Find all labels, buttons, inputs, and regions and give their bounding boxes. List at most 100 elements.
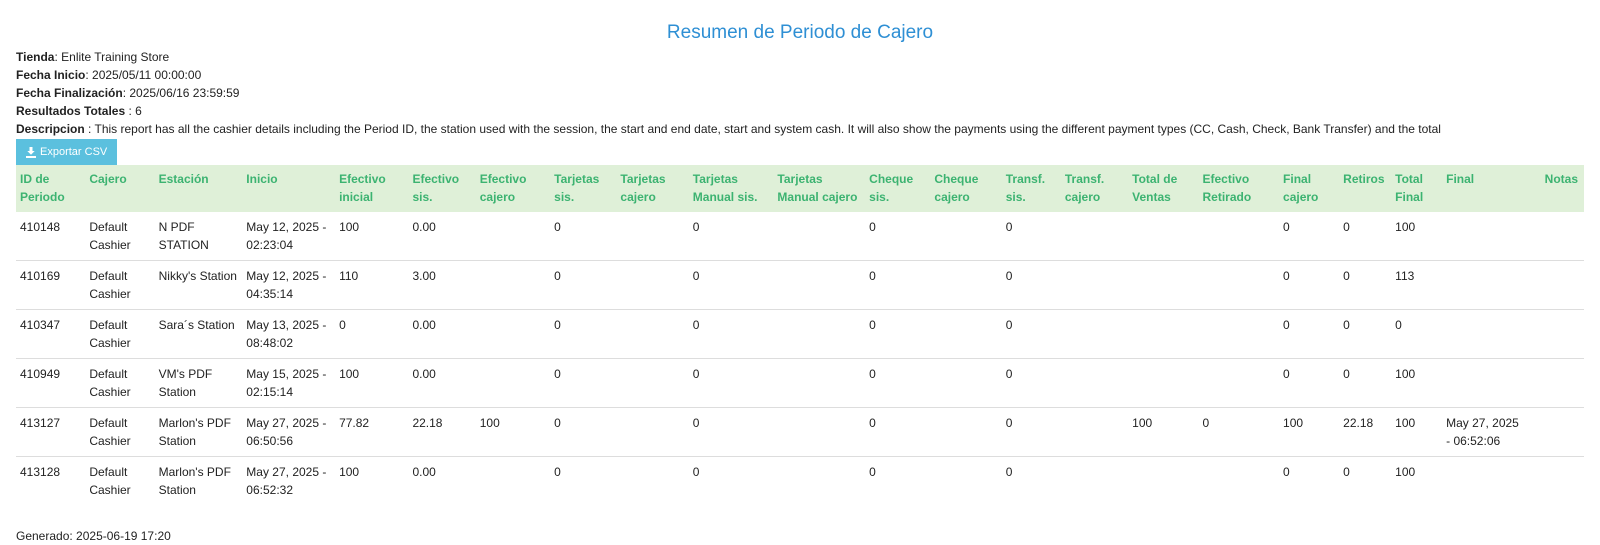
table-cell: Default Cashier	[85, 456, 155, 505]
table-cell: 100	[335, 456, 409, 505]
table-cell	[616, 212, 688, 261]
table-cell	[930, 358, 1002, 408]
col-header[interactable]: Total Final	[1391, 165, 1442, 212]
table-cell	[1442, 309, 1524, 359]
start-value: : 2025/05/11 00:00:00	[85, 68, 202, 82]
table-cell: 100	[475, 407, 551, 457]
table-cell: 413127	[16, 407, 86, 457]
total-label: Resultados Totales	[16, 104, 126, 118]
meta-description: Descripcion : This report has all the ca…	[16, 120, 1584, 138]
table-cell: 0.00	[412, 220, 436, 234]
table-cell	[930, 407, 1002, 457]
table-cell: 100	[1279, 407, 1340, 457]
table-cell: 0	[1001, 456, 1061, 505]
table-cell: 113	[1391, 260, 1443, 310]
table-row: 413128 Default Cashier Marlon's PDF Statio…	[16, 456, 1584, 505]
table-cell: 0	[1339, 260, 1392, 310]
table-cell: Default Cashier	[85, 358, 155, 408]
table-cell	[773, 212, 865, 261]
col-header[interactable]: Tarjetas Manual cajero	[773, 165, 865, 212]
col-header[interactable]: Efectivo Retirado	[1199, 165, 1280, 212]
table-cell	[1442, 212, 1524, 261]
table-cell: 0	[1279, 260, 1340, 310]
col-header[interactable]: Tarjetas Manual sis.	[689, 165, 774, 212]
table-cell: Default Cashier	[85, 260, 155, 310]
desc-label: Descripcion	[16, 122, 85, 136]
table-cell: May 12, 2025 - 02:23:04	[246, 220, 327, 252]
table-cell: 0	[550, 309, 617, 359]
col-header[interactable]: Cheque cajero	[930, 165, 1001, 212]
col-header[interactable]: Transf. sis.	[1002, 165, 1061, 212]
col-header[interactable]: Efectivo sis.	[408, 165, 475, 212]
table-cell: 0.00	[408, 456, 476, 505]
end-label: Fecha Finalización	[16, 86, 123, 100]
col-header[interactable]: Cajero	[85, 165, 154, 212]
table-cell: 0	[865, 358, 931, 408]
col-header[interactable]: Efectivo inicial	[335, 165, 408, 212]
table-cell	[773, 456, 866, 505]
table-cell: 0	[865, 260, 931, 310]
table-cell: 0	[1339, 358, 1392, 408]
col-header[interactable]: Retiros	[1339, 165, 1391, 212]
table-cell: 3.00	[408, 260, 476, 310]
col-header[interactable]: Notas	[1524, 165, 1584, 212]
table-cell: 100	[1391, 407, 1443, 457]
table-cell: 100	[339, 220, 360, 234]
col-header[interactable]: Efectivo cajero	[476, 165, 550, 212]
table-cell	[773, 358, 866, 408]
table-cell	[1198, 309, 1280, 359]
table-cell: 100	[335, 358, 409, 408]
report-page: Resumen de Periodo de Cajero Tienda: Enl…	[0, 0, 1600, 545]
table-row: 413127 Default Cashier Marlon's PDF Statio…	[16, 407, 1584, 457]
table-cell: 0	[1279, 309, 1340, 359]
meta-end: Fecha Finalización: 2025/06/16 23:59:59	[16, 84, 1584, 102]
table-cell: 0	[1001, 358, 1061, 408]
export-csv-button[interactable]: Exportar CSV	[16, 139, 118, 165]
col-header[interactable]: Final	[1442, 165, 1524, 212]
table-cell: 0	[688, 260, 774, 310]
col-header[interactable]: Inicio	[242, 165, 335, 212]
col-header[interactable]: Final cajero	[1279, 165, 1339, 212]
table-cell: 410347	[16, 309, 86, 359]
table-cell	[930, 456, 1002, 505]
table-cell	[616, 407, 689, 457]
table-cell: 410169	[16, 260, 86, 310]
col-header[interactable]: Tarjetas cajero	[616, 165, 688, 212]
table-cell: 410949	[16, 358, 86, 408]
table-cell	[1199, 212, 1280, 261]
desc-value: : This report has all the cashier detail…	[84, 122, 1441, 136]
col-header[interactable]: Cheque sis.	[865, 165, 930, 212]
table-cell	[476, 212, 550, 261]
table-cell: Nikky's Station	[154, 260, 243, 310]
table-cell: 100	[1391, 358, 1443, 408]
table-cell: 100	[1391, 456, 1443, 505]
table-cell: 110	[335, 260, 409, 310]
table-row: 410148 Default Cashier N PDF STATION May 12…	[16, 212, 1584, 261]
col-header[interactable]: Total de Ventas	[1128, 165, 1198, 212]
col-header[interactable]: Transf. cajero	[1061, 165, 1128, 212]
table-cell: 0	[1279, 358, 1340, 408]
table-cell: 410148	[20, 220, 61, 234]
table-cell: 0	[1005, 220, 1013, 234]
col-header[interactable]: ID de Periodo	[16, 165, 85, 212]
table-cell: May 27, 2025 - 06:50:56	[242, 407, 336, 457]
meta-start: Fecha Inicio: 2025/05/11 00:00:00	[16, 66, 1584, 84]
col-header[interactable]: Tarjetas sis.	[550, 165, 616, 212]
col-header[interactable]: Estación	[155, 165, 243, 212]
table-cell	[616, 309, 689, 359]
store-value: : Enlite Training Store	[54, 50, 170, 64]
table-cell: Default Cashier	[85, 407, 155, 457]
report-meta: Tienda: Enlite Training Store Fecha Inic…	[16, 48, 1584, 138]
table-cell	[773, 260, 866, 310]
table-cell	[1060, 358, 1129, 408]
table-cell: 0	[1279, 456, 1340, 505]
table-cell: 0	[688, 309, 774, 359]
table-cell: 0	[1343, 220, 1350, 234]
table-cell: 0	[550, 456, 617, 505]
table-cell	[1128, 212, 1198, 261]
table-cell: 0.00	[408, 309, 476, 359]
meta-store: Tienda: Enlite Training Store	[16, 48, 1584, 66]
table-cell	[1061, 212, 1128, 261]
table-cell	[475, 456, 551, 505]
table-cell	[1060, 260, 1129, 310]
